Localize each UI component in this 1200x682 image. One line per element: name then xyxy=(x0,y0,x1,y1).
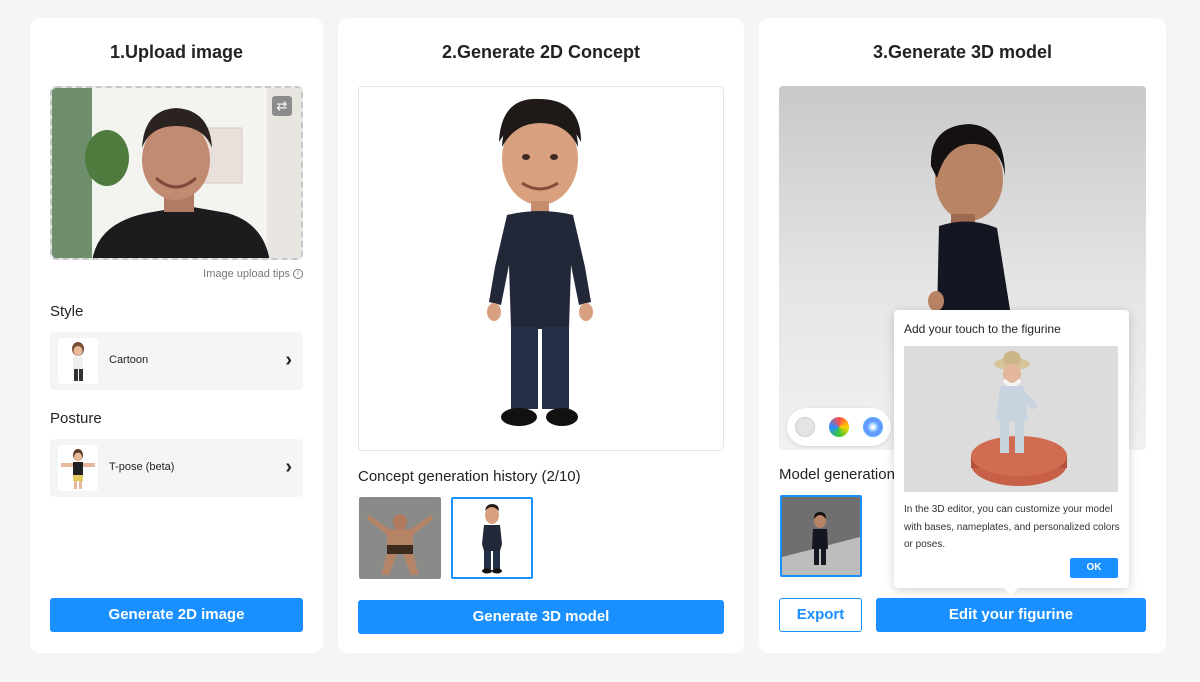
uploaded-photo xyxy=(52,88,301,258)
material-swatch-bar xyxy=(787,408,891,446)
image-upload-tips-label: Image upload tips xyxy=(203,268,290,280)
swap-image-icon[interactable]: ⇄ xyxy=(272,96,292,116)
concept-history-thumb-1[interactable] xyxy=(359,497,441,579)
chevron-right-icon: › xyxy=(285,349,292,371)
upload-panel: 1.Upload image ⇄ Image upload tips i Styl… xyxy=(30,18,323,653)
popup-title: Add your touch to the figurine xyxy=(904,322,1061,336)
edit-figurine-button[interactable]: Edit your figurine xyxy=(876,598,1146,632)
style-label: Style xyxy=(50,303,84,320)
chevron-right-icon: › xyxy=(285,456,292,478)
concept-figure xyxy=(487,98,593,426)
swatch-color-wheel[interactable] xyxy=(829,417,849,437)
popup-ok-button[interactable]: OK xyxy=(1070,558,1118,578)
posture-selector[interactable]: T-pose (beta) › xyxy=(50,439,303,497)
swatch-white[interactable] xyxy=(795,417,815,437)
posture-thumbnail xyxy=(58,445,98,491)
popup-figurine-image xyxy=(904,346,1118,492)
concept-panel: 2.Generate 2D Concept Concept generation… xyxy=(338,18,744,653)
generate-2d-image-button[interactable]: Generate 2D image xyxy=(50,598,303,632)
generate-3d-model-button[interactable]: Generate 3D model xyxy=(358,600,724,634)
posture-value: T-pose (beta) xyxy=(109,461,175,473)
concept-preview xyxy=(358,86,724,451)
swatch-gradient[interactable] xyxy=(863,417,883,437)
upload-title: 1.Upload image xyxy=(109,42,244,62)
info-icon: i xyxy=(293,269,303,280)
concept-title: 2.Generate 2D Concept xyxy=(441,42,641,62)
posture-label: Posture xyxy=(50,410,102,427)
concept-history-label: Concept generation history (2/10) xyxy=(358,468,581,485)
figurine-tooltip-popup: Add your touch to the figurine In the 3D… xyxy=(894,310,1129,596)
style-selector[interactable]: Cartoon › xyxy=(50,332,303,390)
concept-history-thumb-2[interactable] xyxy=(451,497,533,579)
export-button[interactable]: Export xyxy=(779,598,862,632)
style-thumbnail xyxy=(58,338,98,384)
popup-description: In the 3D editor, you can customize your… xyxy=(904,504,1120,550)
uploaded-image-dropzone[interactable]: ⇄ xyxy=(50,86,303,260)
style-value: Cartoon xyxy=(109,354,149,366)
model-history-label: Model generation xyxy=(779,466,895,483)
model-title: 3.Generate 3D model xyxy=(872,42,1053,62)
image-upload-tips-link[interactable]: Image upload tips i xyxy=(30,268,303,280)
model-history-thumb-1[interactable] xyxy=(780,495,862,577)
